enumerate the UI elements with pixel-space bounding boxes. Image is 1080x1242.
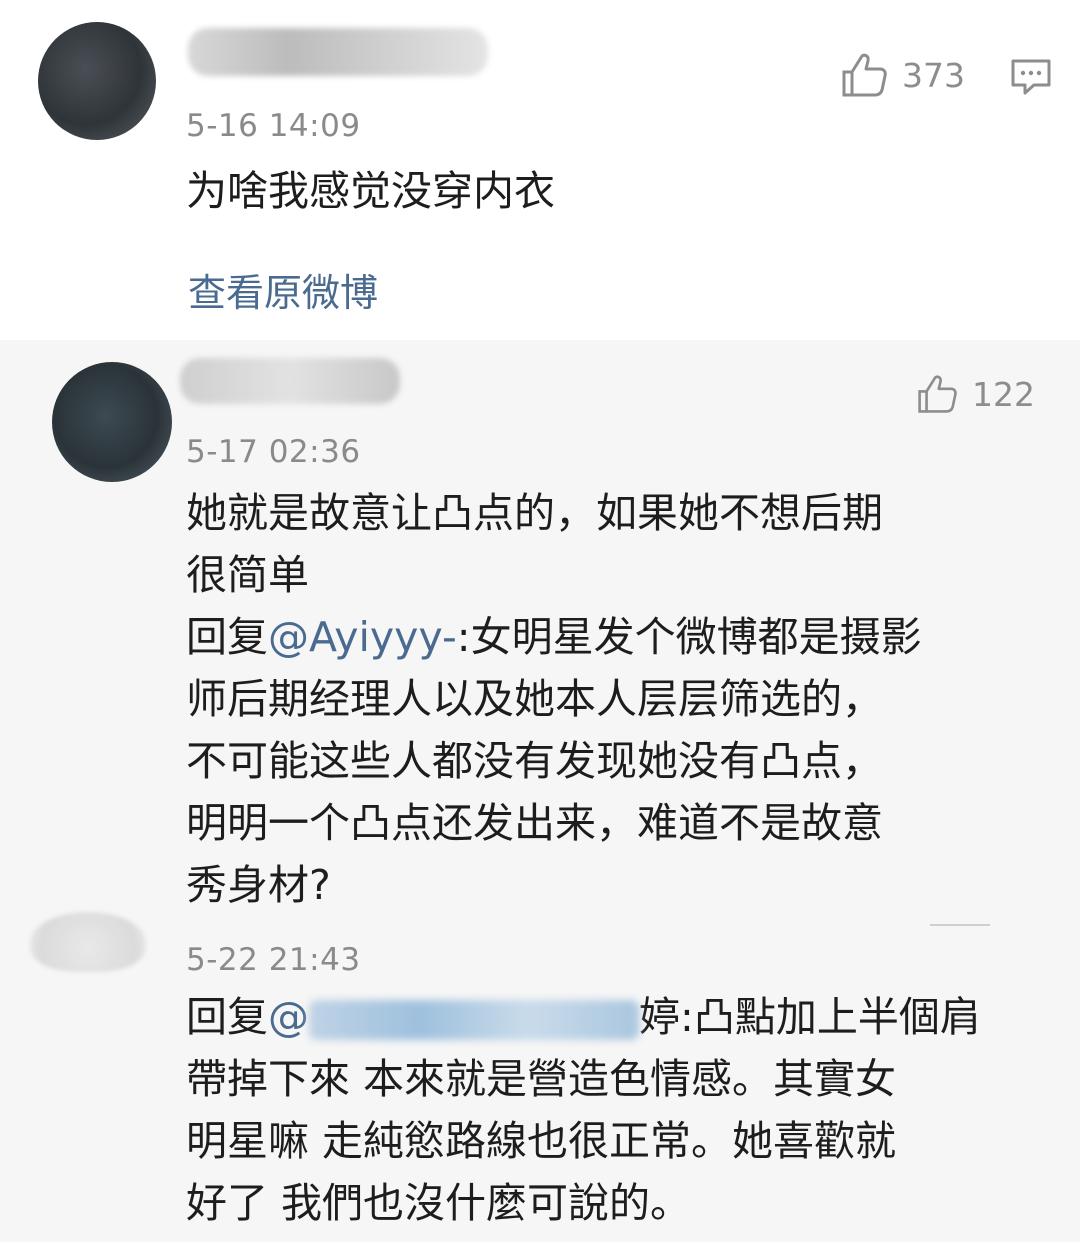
user-mention-link[interactable]: @ xyxy=(268,993,639,1041)
like-button[interactable]: 122 xyxy=(916,374,1035,414)
reply-text: 婷:凸點加上半個肩 xyxy=(639,993,981,1041)
comment-timestamp: 5-16 14:09 xyxy=(186,108,361,144)
view-original-link[interactable]: 查看原微博 xyxy=(188,262,378,317)
like-count: 122 xyxy=(972,374,1035,414)
reply-line: 不可能这些人都没有发现她没有凸点， xyxy=(186,737,883,785)
avatar[interactable] xyxy=(52,362,172,482)
reply-line: 师后期经理人以及她本人层层筛选的， xyxy=(186,675,883,723)
reply-line: 回复@ 婷:凸點加上半個肩 xyxy=(186,986,981,1048)
divider xyxy=(930,924,990,926)
comment-item: 5-22 21:43 回复@ 婷:凸點加上半個肩 帶掉下來 本來就是營造色情感。其… xyxy=(0,900,1080,1242)
thumbs-up-icon xyxy=(916,374,958,414)
comment-timestamp: 5-22 21:43 xyxy=(186,942,361,978)
like-button[interactable]: 373 xyxy=(840,52,965,98)
reply-line: 回复@Ayiyyy-:女明星发个微博都是摄影 xyxy=(186,606,922,668)
comment-text: 为啥我感觉没穿内衣 xyxy=(186,167,555,215)
comment-list: 5-16 14:09 373 为啥我感觉没穿内衣 查看原微博 5-17 02:3… xyxy=(0,0,1080,1242)
reply-prefix: 回复 xyxy=(186,993,268,1041)
reply-line: 好了 我們也沒什麼可說的。 xyxy=(186,1179,692,1227)
comment-item: 5-16 14:09 373 为啥我感觉没穿内衣 查看原微博 xyxy=(0,0,1080,340)
reply-text: :女明星发个微博都是摄影 xyxy=(456,613,922,661)
username[interactable] xyxy=(180,358,400,404)
user-mention-link[interactable]: @Ayiyyy- xyxy=(268,613,457,661)
reply-button[interactable] xyxy=(1010,58,1052,100)
comment-text: 她就是故意让凸点的，如果她不想后期 很简单 回复@Ayiyyy-:女明星发个微博… xyxy=(186,482,922,916)
avatar[interactable] xyxy=(30,912,146,972)
comment-text: 回复@ 婷:凸點加上半個肩 帶掉下來 本來就是營造色情感。其實女 明星嘛 走純慾路… xyxy=(186,986,981,1234)
reply-line: 明明一个凸点还发出来，难道不是故意 xyxy=(186,799,883,847)
avatar[interactable] xyxy=(38,22,156,140)
reply-line: 明星嘛 走純慾路線也很正常。她喜歡就 xyxy=(186,1117,897,1165)
thumbs-up-icon xyxy=(840,52,888,98)
reply-prefix: 回复 xyxy=(186,613,268,661)
redacted-name xyxy=(309,1000,639,1040)
comment-icon xyxy=(1010,59,1052,100)
like-count: 373 xyxy=(902,55,965,95)
reply-line: 帶掉下來 本來就是營造色情感。其實女 xyxy=(186,1055,897,1103)
comment-line: 她就是故意让凸点的，如果她不想后期 xyxy=(186,489,883,537)
username[interactable] xyxy=(188,28,488,76)
mention-at: @ xyxy=(268,993,309,1041)
comment-line: 很简单 xyxy=(186,551,309,599)
comment-timestamp: 5-17 02:36 xyxy=(186,434,361,470)
